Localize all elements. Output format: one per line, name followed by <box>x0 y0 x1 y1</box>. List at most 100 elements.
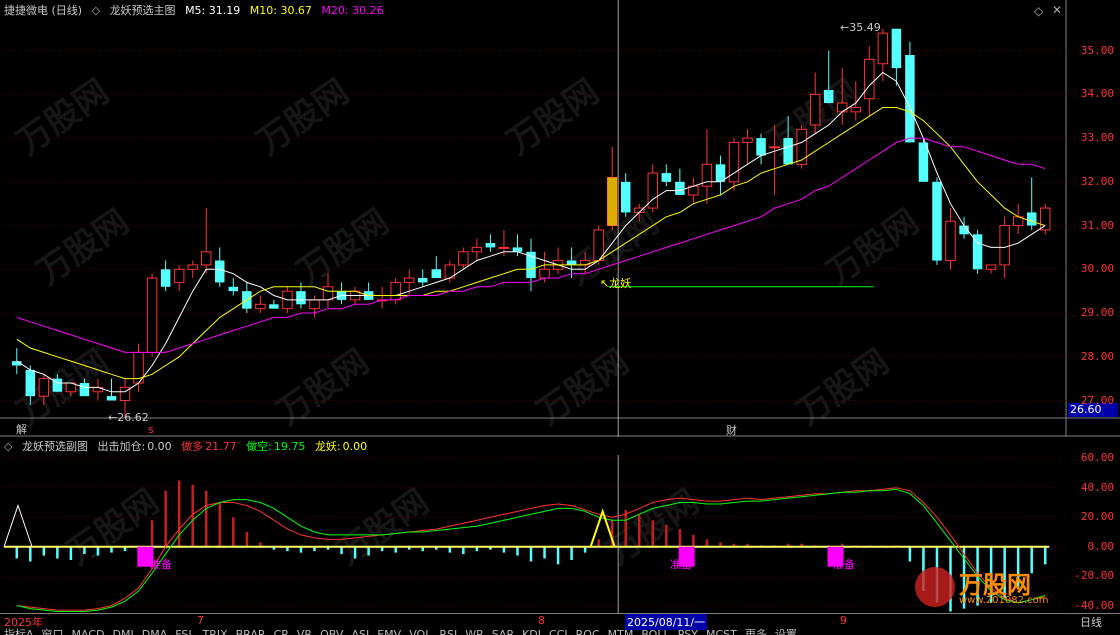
indicator-tab[interactable]: CCI <box>545 628 572 635</box>
candle-body-up <box>322 286 334 301</box>
candle-body-up <box>146 277 158 353</box>
indicator-tab[interactable]: BRAR <box>232 628 270 635</box>
candle-body-up <box>309 299 320 310</box>
candle-body-down <box>932 181 942 261</box>
indicator-tab[interactable]: VOL <box>405 628 435 635</box>
m5-line <box>16 71 1046 393</box>
sub-tick-label: 0.00 <box>1087 539 1115 553</box>
indicator-tab[interactable]: EMV <box>373 628 405 635</box>
price-tick-label: 34.00 <box>1080 87 1114 101</box>
indicator-tab[interactable]: 指标A <box>0 628 38 635</box>
ready-label: 准备 <box>150 558 172 571</box>
price-tick-label: 27.00 <box>1080 393 1114 407</box>
indicator-tab[interactable]: OBV <box>316 628 347 635</box>
indicator-tab[interactable]: ROC <box>572 628 604 635</box>
candle-body-up <box>255 303 266 310</box>
candle-body-up <box>850 106 862 113</box>
candle-body-down <box>783 138 793 165</box>
candle-body-up <box>38 378 50 397</box>
indicator-tab[interactable]: 窗口 <box>38 628 68 635</box>
candle-body-down <box>160 269 171 287</box>
candle-body-down <box>675 181 685 195</box>
time-axis: 2025年 7 8 2025/08/11/一 9 日线 <box>0 613 1120 630</box>
candle-body-down <box>905 54 915 143</box>
candle-body-up <box>200 251 212 266</box>
candle-body-up <box>498 246 510 249</box>
ready-label: 准备 <box>833 558 855 571</box>
candle-body-down <box>215 260 225 283</box>
sub-tick-label: 60.00 <box>1080 451 1114 465</box>
candle-body-up <box>187 264 198 270</box>
time-month-9: 9 <box>840 614 847 627</box>
candle-body-up <box>173 268 185 283</box>
event-marker-jie[interactable]: 解 <box>16 421 27 437</box>
indicator-tab[interactable]: 设置 <box>771 628 801 635</box>
time-month-7: 7 <box>197 614 204 627</box>
candle-body-up <box>728 141 740 183</box>
candle-body-down <box>661 173 672 182</box>
indicator-tab[interactable]: MTM <box>604 628 638 635</box>
price-tick-label: 30.00 <box>1080 262 1114 276</box>
candle-body-up <box>877 32 889 65</box>
candle-body-down <box>228 286 239 292</box>
indicator-tab[interactable]: CR <box>270 628 293 635</box>
event-marker-s[interactable]: s <box>148 423 154 436</box>
indicator-tab[interactable]: 更多 <box>741 628 771 635</box>
candle-body-down <box>566 260 577 265</box>
candle-body-down <box>485 243 496 248</box>
candle-body-down <box>823 89 834 104</box>
indicator-tab[interactable]: DMI <box>109 628 138 635</box>
candle-body-up <box>458 251 469 266</box>
candle-body-up <box>403 277 415 283</box>
indicator-tab[interactable]: BOLL <box>637 628 673 635</box>
price-tick-label: 28.00 <box>1080 349 1114 363</box>
candle-body-up <box>837 102 848 113</box>
indicator-tab[interactable]: MACD <box>68 628 109 635</box>
price-tick-label: 35.00 <box>1080 43 1114 57</box>
candle-body-down <box>756 138 766 156</box>
candle-body-down <box>106 396 117 401</box>
candle-body-down <box>79 383 90 397</box>
dragon-signal-candle <box>607 177 617 226</box>
sub-tick-label: -20.00 <box>1074 569 1114 583</box>
signal-triangle <box>3 503 33 547</box>
candle-body-up <box>999 225 1010 266</box>
indicator-tab[interactable]: FSL <box>171 628 198 635</box>
indicator-tab[interactable]: SAR <box>488 628 518 635</box>
indicator-tab[interactable]: PSY <box>674 628 702 635</box>
indicator-tab[interactable]: TRIX <box>198 628 231 635</box>
candle-body-up <box>864 58 875 100</box>
event-marker-cai[interactable]: 财 <box>726 422 737 438</box>
candle-body-down <box>512 247 523 252</box>
candle-body-down <box>1026 212 1037 226</box>
sub-tick-label: 20.00 <box>1080 510 1114 524</box>
main-candlestick-chart[interactable] <box>0 0 1120 437</box>
candle-body-down <box>25 369 36 397</box>
candle-body-up <box>985 264 997 270</box>
indicator-tab[interactable]: ASI <box>347 628 373 635</box>
price-tick-label: 31.00 <box>1080 218 1114 232</box>
sub-tick-label: -40.00 <box>1074 598 1114 612</box>
candle-body-up <box>390 281 401 301</box>
candle-body-up <box>539 268 550 279</box>
candle-body-up <box>1039 207 1051 231</box>
price-tick-label: 29.00 <box>1080 306 1114 320</box>
candle-body-down <box>418 278 428 283</box>
dragon-annotation: ↖龙妖 <box>600 277 632 290</box>
candle-body-down <box>620 181 631 213</box>
indicator-tab[interactable]: DMA <box>138 628 172 635</box>
candle-body-up <box>471 246 483 253</box>
indicator-tab[interactable]: MCST <box>702 628 741 635</box>
candle-body-up <box>769 146 780 149</box>
price-tick-label: 32.00 <box>1080 174 1114 188</box>
time-month-8: 8 <box>538 614 545 627</box>
low-price-label: ←26.62 <box>108 411 149 424</box>
candle-body-down <box>296 291 306 305</box>
indicator-tab[interactable]: RSI <box>435 628 461 635</box>
indicator-tab[interactable]: KDJ <box>518 628 545 635</box>
candle-body-down <box>431 269 442 279</box>
candle-body-down <box>918 142 929 182</box>
ready-label: 准备 <box>670 558 692 571</box>
indicator-tab[interactable]: VR <box>293 628 316 635</box>
indicator-tab[interactable]: WR <box>461 628 488 635</box>
